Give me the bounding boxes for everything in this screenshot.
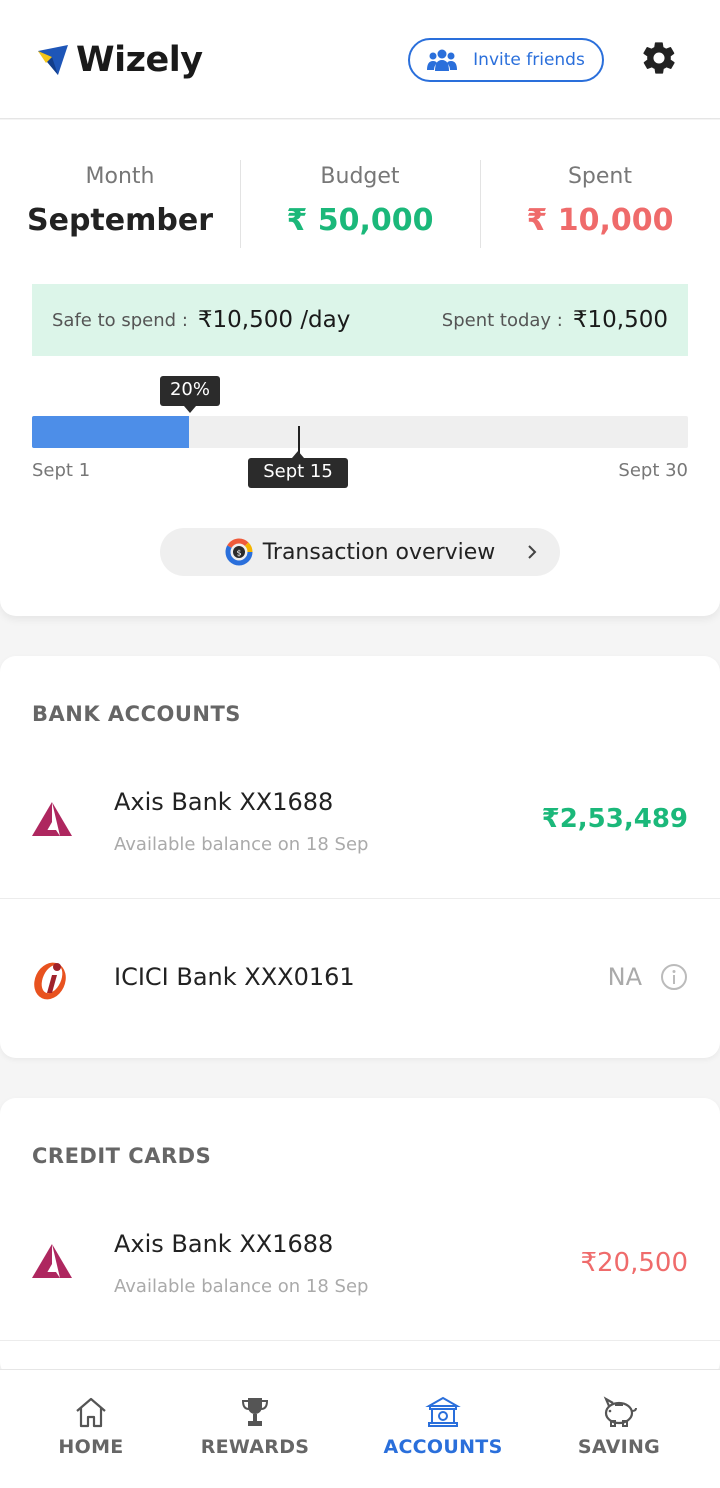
credit-card-name: Axis Bank XX1688 xyxy=(114,1230,334,1258)
safe-to-spend-banner: Safe to spend : ₹10,500 /day Spent today… xyxy=(32,284,688,356)
spent-today-value: ₹10,500 xyxy=(572,307,668,333)
wizely-logo-icon xyxy=(38,45,68,75)
nav-rewards[interactable]: REWARDS xyxy=(180,1394,330,1458)
row-divider xyxy=(0,1340,720,1341)
bank-account-name: Axis Bank XX1688 xyxy=(114,788,334,816)
progress-percent-tooltip: 20% xyxy=(160,376,220,413)
transaction-overview-button[interactable]: $ Transaction overview xyxy=(160,528,560,576)
today-date-tooltip: Sept 15 xyxy=(248,451,348,488)
budget-progress-fill xyxy=(32,416,190,448)
app-name: Wizely xyxy=(76,40,203,80)
trophy-icon xyxy=(180,1394,330,1434)
month-column: Month September xyxy=(0,160,240,250)
invite-friends-button[interactable]: Invite friends xyxy=(408,38,604,82)
home-icon xyxy=(16,1394,166,1434)
spent-today-label: Spent today : xyxy=(441,309,563,331)
bank-account-subtitle: Available balance on 18 Sep xyxy=(114,834,369,855)
invite-friends-label: Invite friends xyxy=(473,50,585,70)
nav-rewards-label: REWARDS xyxy=(200,1436,310,1458)
axis-bank-logo-icon xyxy=(30,800,74,844)
group-icon xyxy=(427,48,458,72)
credit-card-row[interactable]: Axis Bank XX1688 Available balance on 18… xyxy=(0,1208,720,1340)
safe-to-spend-label: Safe to spend : xyxy=(52,309,188,331)
icici-bank-logo-icon xyxy=(30,957,72,1005)
budget-summary-card: Month September Budget ₹ 50,000 Spent ₹ … xyxy=(0,120,720,616)
budget-label: Budget xyxy=(320,164,400,189)
bank-account-row[interactable]: Axis Bank XX1688 Available balance on 18… xyxy=(0,766,720,898)
range-end-label: Sept 30 xyxy=(618,460,688,481)
budget-value: ₹ 50,000 xyxy=(286,203,434,238)
chevron-right-icon xyxy=(520,540,544,564)
nav-accounts-label: ACCOUNTS xyxy=(383,1436,503,1458)
bank-accounts-card: BANK ACCOUNTS Axis Bank XX1688 Available… xyxy=(0,656,720,1058)
nav-home[interactable]: HOME xyxy=(16,1394,166,1458)
spent-value: ₹ 10,000 xyxy=(526,203,674,238)
nav-saving[interactable]: SAVING xyxy=(544,1394,694,1458)
bank-accounts-title: BANK ACCOUNTS xyxy=(32,702,241,726)
transaction-overview-label: Transaction overview xyxy=(262,539,496,565)
credit-card-amount: ₹20,500 xyxy=(580,1248,688,1278)
nav-accounts[interactable]: ACCOUNTS xyxy=(368,1394,518,1458)
bank-account-row[interactable]: ICICI Bank XXX0161 NA xyxy=(0,899,720,1057)
month-value: September xyxy=(27,203,213,238)
budget-progress-bar xyxy=(32,416,688,448)
bottom-navigation: HOME REWARDS ACCOUNTS SAVING xyxy=(0,1369,720,1488)
app-logo: Wizely xyxy=(36,40,203,80)
nav-home-label: HOME xyxy=(58,1436,124,1458)
bank-account-balance: NA xyxy=(607,963,642,991)
gear-icon xyxy=(643,42,675,74)
axis-bank-logo-icon xyxy=(30,1242,74,1286)
safe-to-spend-value: ₹10,500 /day xyxy=(197,307,351,333)
nav-saving-label: SAVING xyxy=(577,1436,661,1458)
donut-chart-icon: $ xyxy=(225,538,253,566)
credit-cards-card: CREDIT CARDS Axis Bank XX1688 Available … xyxy=(0,1098,720,1378)
info-icon[interactable] xyxy=(660,963,688,995)
spent-column[interactable]: Spent ₹ 10,000 xyxy=(480,160,720,250)
budget-column[interactable]: Budget ₹ 50,000 xyxy=(240,160,480,250)
month-label: Month xyxy=(85,164,155,189)
svg-text:$: $ xyxy=(236,549,241,558)
credit-cards-title: CREDIT CARDS xyxy=(32,1144,212,1168)
bank-icon xyxy=(368,1394,518,1434)
spent-label: Spent xyxy=(567,164,633,189)
range-start-label: Sept 1 xyxy=(32,460,91,481)
bank-account-name: ICICI Bank XXX0161 xyxy=(114,963,355,991)
settings-button[interactable] xyxy=(640,39,678,77)
app-header: Wizely Invite friends xyxy=(0,0,720,119)
piggy-bank-icon xyxy=(544,1394,694,1434)
bank-account-balance: ₹2,53,489 xyxy=(541,804,688,834)
credit-card-subtitle: Available balance on 18 Sep xyxy=(114,1276,369,1297)
